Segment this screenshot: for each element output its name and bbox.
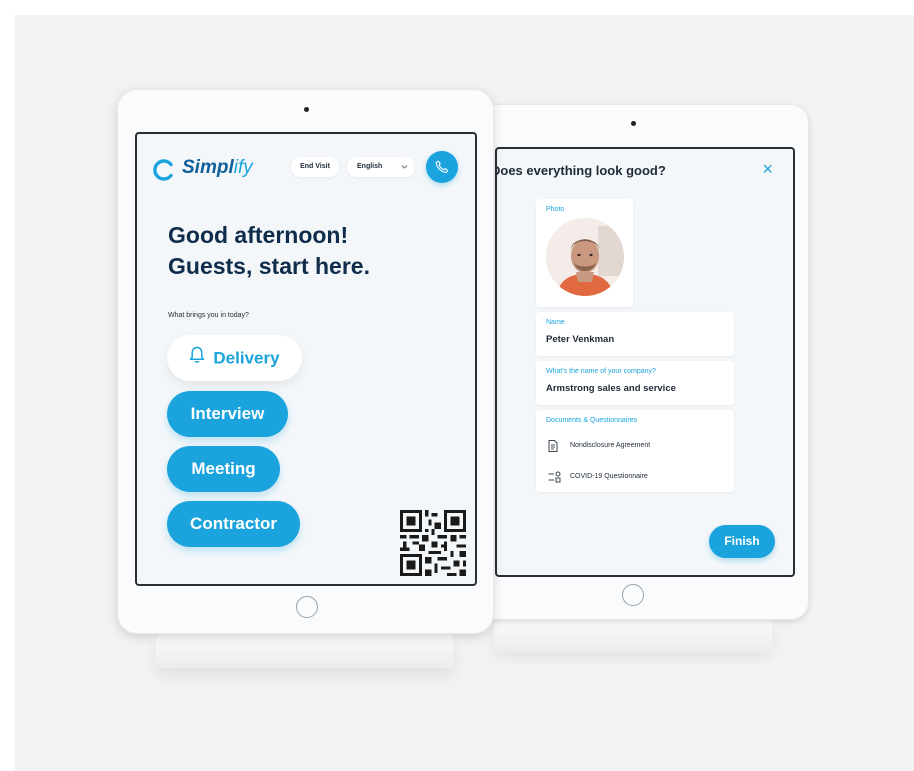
finish-button[interactable]: Finish <box>709 525 775 558</box>
option-meeting[interactable]: Meeting <box>167 446 280 492</box>
option-label: Delivery <box>213 348 280 368</box>
option-delivery[interactable]: Delivery <box>167 335 302 381</box>
document-row-nda[interactable]: Nondisclosure Agreement <box>536 434 734 460</box>
company-label: What's the name of your company? <box>546 368 656 375</box>
call-button[interactable] <box>426 151 458 183</box>
chevron-down-icon <box>401 157 408 186</box>
visitor-photo <box>546 218 624 296</box>
camera-dot <box>631 121 636 126</box>
documents-label: Documents & Questionnaires <box>546 417 638 424</box>
review-screen: Does everything look good? × Photo Name … <box>495 147 795 577</box>
logo-wordmark: Simplify <box>182 157 253 179</box>
kiosk-screen: Simplify End Visit English Good afternoo… <box>135 132 477 586</box>
company-value: Armstrong sales and service <box>546 383 676 394</box>
logo-text-light: ify <box>233 157 253 178</box>
checklist-icon <box>548 471 562 486</box>
camera-dot <box>304 107 309 112</box>
end-visit-button[interactable]: End Visit <box>291 157 339 177</box>
bell-icon <box>189 336 205 382</box>
home-button-icon[interactable] <box>296 596 318 618</box>
tablet-kiosk: Simplify End Visit English Good afternoo… <box>117 89 494 634</box>
name-value: Peter Venkman <box>546 334 615 345</box>
greeting-heading: Good afternoon! Guests, start here. <box>168 220 370 282</box>
logo-text-bold: Simpl <box>182 157 234 178</box>
photo-label: Photo <box>546 206 565 213</box>
logo-mark-icon <box>153 159 173 181</box>
qr-code-icon <box>400 510 466 576</box>
language-value: English <box>357 163 383 170</box>
review-title: Does everything look good? <box>495 163 666 178</box>
tablet-review: Does everything look good? × Photo Name … <box>477 104 809 620</box>
option-label: Contractor <box>190 514 277 533</box>
name-label: Name <box>546 319 565 326</box>
tablet-stand-front <box>156 634 454 668</box>
home-button-icon[interactable] <box>622 584 644 606</box>
option-contractor[interactable]: Contractor <box>167 501 300 547</box>
greeting-line-2: Guests, start here. <box>168 253 370 279</box>
name-card: Name Peter Venkman <box>536 312 734 356</box>
company-card: What's the name of your company? Armstro… <box>536 361 734 405</box>
documents-card: Documents & Questionnaires Nondisclosure… <box>536 410 734 492</box>
document-name: COVID-19 Questionnaire <box>570 473 648 480</box>
option-label: Interview <box>190 404 265 423</box>
tablet-stand-back <box>494 618 772 652</box>
phone-icon <box>435 160 449 174</box>
document-icon <box>548 440 558 455</box>
greeting-line-1: Good afternoon! <box>168 222 349 248</box>
document-row-covid[interactable]: COVID-19 Questionnaire <box>536 465 734 491</box>
language-select[interactable]: English <box>347 157 415 177</box>
visit-reason-prompt: What brings you in today? <box>168 312 249 319</box>
document-name: Nondisclosure Agreement <box>570 442 651 449</box>
option-label: Meeting <box>191 459 256 478</box>
close-icon[interactable]: × <box>762 159 773 180</box>
option-interview[interactable]: Interview <box>167 391 288 437</box>
photo-card: Photo <box>536 199 633 307</box>
